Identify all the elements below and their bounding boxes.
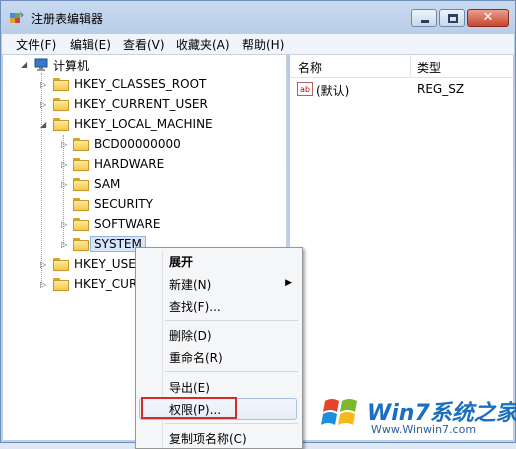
values-list-panel: 名称 类型 ab (默认) REG_SZ xyxy=(290,55,513,440)
watermark: Win7系统之家 Www.Winwin7.com xyxy=(321,393,516,443)
menu-separator xyxy=(165,423,298,424)
tree-node-hkcu[interactable]: ▷ HKEY_CURRENT_USER xyxy=(3,95,283,115)
expand-arrow-icon[interactable]: ▷ xyxy=(61,180,69,189)
column-divider xyxy=(410,55,411,77)
folder-icon xyxy=(53,278,69,291)
folder-icon xyxy=(53,98,69,111)
ctx-copy-key-name[interactable]: 复制项名称(C) xyxy=(169,430,247,447)
tree-node-security[interactable]: SECURITY xyxy=(3,195,283,215)
close-button[interactable]: ✕ xyxy=(467,9,509,27)
menu-favorites[interactable]: 收藏夹(A) xyxy=(176,36,230,53)
tree-node-label: SAM xyxy=(94,177,121,191)
menu-help[interactable]: 帮助(H) xyxy=(242,36,284,53)
tree-node-hklm[interactable]: ◢ HKEY_LOCAL_MACHINE xyxy=(3,115,283,135)
tree-node-label: HKEY_LOCAL_MACHINE xyxy=(74,117,213,131)
minimize-button[interactable] xyxy=(411,9,437,27)
menu-separator xyxy=(165,320,298,321)
submenu-arrow-icon: ▶ xyxy=(285,278,292,288)
folder-icon xyxy=(53,258,69,271)
tree-node-computer[interactable]: ◢ 计算机 xyxy=(3,55,283,75)
tree-node-label: 计算机 xyxy=(53,59,90,73)
value-type: REG_SZ xyxy=(417,82,465,96)
ctx-export[interactable]: 导出(E) xyxy=(169,379,210,396)
computer-icon xyxy=(34,58,48,71)
tree-node-label: BCD00000000 xyxy=(94,137,181,151)
maximize-icon xyxy=(448,14,458,23)
menu-separator xyxy=(165,371,298,372)
ctx-delete[interactable]: 删除(D) xyxy=(169,327,212,344)
expand-arrow-icon[interactable]: ▷ xyxy=(40,280,48,289)
expand-arrow-icon[interactable]: ▷ xyxy=(40,80,48,89)
minimize-icon xyxy=(421,20,429,23)
list-row-default[interactable]: ab (默认) REG_SZ xyxy=(290,80,513,100)
folder-icon xyxy=(53,78,69,91)
tree-node-label: SOFTWARE xyxy=(94,217,161,231)
collapse-arrow-icon[interactable]: ◢ xyxy=(21,60,29,69)
column-header-type[interactable]: 类型 xyxy=(411,55,513,78)
tree-node-bcd[interactable]: ▷ BCD00000000 xyxy=(3,135,283,155)
tree-node-label: HKEY_USE xyxy=(74,257,136,271)
expand-arrow-icon[interactable]: ▷ xyxy=(40,100,48,109)
folder-icon xyxy=(73,218,89,231)
tree-node-hkcr[interactable]: ▷ HKEY_CLASSES_ROOT xyxy=(3,75,283,95)
folder-icon xyxy=(73,198,89,211)
tree-node-label: HKEY_CURRENT_USER xyxy=(74,97,208,111)
column-header-name[interactable]: 名称 xyxy=(290,55,410,78)
expand-arrow-icon[interactable]: ▷ xyxy=(61,240,69,249)
value-name: (默认) xyxy=(316,84,350,98)
tree-node-label: HKEY_CLASSES_ROOT xyxy=(74,77,207,91)
expand-arrow-icon[interactable]: ▷ xyxy=(40,260,48,269)
tree-node-hardware[interactable]: ▷ HARDWARE xyxy=(3,155,283,175)
menu-bar: 文件(F) 编辑(E) 查看(V) 收藏夹(A) 帮助(H) xyxy=(2,34,514,55)
expand-arrow-icon[interactable]: ▷ xyxy=(61,220,69,229)
close-icon: ✕ xyxy=(482,10,494,25)
column-header-label: 类型 xyxy=(417,61,442,75)
string-value-icon: ab xyxy=(297,82,313,96)
folder-icon xyxy=(73,178,89,191)
window-title: 注册表编辑器 xyxy=(31,12,104,26)
menu-view[interactable]: 查看(V) xyxy=(123,36,165,53)
tree-node-label: HARDWARE xyxy=(94,157,165,171)
maximize-button[interactable] xyxy=(439,9,465,27)
ctx-new[interactable]: 新建(N) xyxy=(169,276,211,293)
menu-edit[interactable]: 编辑(E) xyxy=(70,36,111,53)
tree-node-label: SECURITY xyxy=(94,197,153,211)
folder-icon xyxy=(73,238,89,251)
tree-node-sam[interactable]: ▷ SAM xyxy=(3,175,283,195)
menu-file[interactable]: 文件(F) xyxy=(16,36,56,53)
tree-node-software[interactable]: ▷ SOFTWARE xyxy=(3,215,283,235)
registry-app-icon xyxy=(10,11,24,23)
expand-arrow-icon[interactable]: ▷ xyxy=(61,160,69,169)
collapse-arrow-icon[interactable]: ◢ xyxy=(40,120,48,129)
title-bar: 注册表编辑器 ✕ xyxy=(1,1,515,31)
ctx-expand[interactable]: 展开 xyxy=(169,253,193,270)
expand-arrow-icon[interactable]: ▷ xyxy=(61,140,69,149)
folder-open-icon xyxy=(53,118,69,131)
tree-node-label: HKEY_CUR xyxy=(74,277,138,291)
registry-editor-window: 注册表编辑器 ✕ 文件(F) 编辑(E) 查看(V) 收藏夹(A) 帮助(H) … xyxy=(0,0,516,449)
windows-logo-icon xyxy=(321,399,357,425)
folder-icon xyxy=(73,138,89,151)
highlight-annotation-box xyxy=(141,397,237,419)
folder-icon xyxy=(73,158,89,171)
ctx-rename[interactable]: 重命名(R) xyxy=(169,349,223,366)
column-header-label: 名称 xyxy=(298,61,323,75)
watermark-url: Www.Winwin7.com xyxy=(371,423,477,436)
ctx-find[interactable]: 查找(F)... xyxy=(169,298,221,315)
